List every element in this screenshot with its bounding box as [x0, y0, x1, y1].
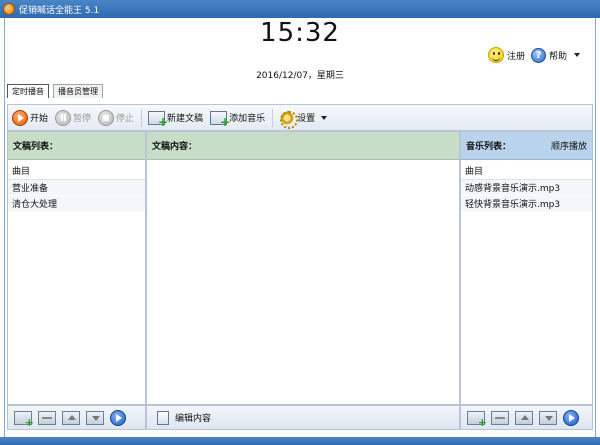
gear-icon — [279, 109, 299, 129]
add-music-button[interactable]: 添加音乐 — [210, 110, 266, 129]
tab-bar: 定时播音 播音员管理 — [7, 84, 107, 98]
status-bar — [0, 437, 600, 445]
clock-date: 2016/12/07，星期三 — [256, 71, 344, 81]
smile-icon — [487, 47, 504, 63]
stop-button[interactable]: 停止 — [98, 109, 135, 126]
move-down-icon[interactable] — [539, 410, 557, 425]
doc-content-header: 文稿内容： — [147, 132, 459, 160]
music-list-column-header[interactable]: 曲目 — [461, 160, 592, 180]
new-doc-label: 新建文稿 — [167, 114, 204, 124]
list-item[interactable]: 营业准备 — [8, 180, 145, 196]
tab-scheduled-broadcast[interactable]: 定时播音 — [7, 84, 49, 98]
play-doc-icon[interactable] — [110, 409, 126, 426]
move-up-icon[interactable] — [515, 410, 533, 425]
list-item[interactable]: 动感背景音乐演示.mp3 — [461, 180, 592, 196]
document-icon — [157, 410, 169, 425]
pause-button[interactable]: 暂停 — [55, 109, 92, 126]
move-up-icon[interactable] — [62, 410, 80, 425]
music-list-title: 音乐列表： — [466, 142, 512, 152]
music-list-actions — [460, 405, 593, 430]
pause-label: 暂停 — [73, 114, 92, 124]
new-doc-button[interactable]: 新建文稿 — [148, 110, 204, 129]
doc-list-panel: 文稿列表： 曲目 营业准备 清仓大处理 — [7, 131, 146, 405]
add-doc-icon[interactable] — [14, 410, 34, 429]
add-music-label: 添加音乐 — [229, 114, 266, 124]
doc-list-actions — [7, 405, 146, 430]
app-logo-icon — [3, 3, 15, 15]
title-bar: 促销喊话全能王 5.1 — [0, 0, 600, 18]
list-item[interactable]: 清仓大处理 — [8, 196, 145, 212]
toolbar-divider — [272, 108, 274, 127]
pause-icon — [55, 109, 72, 126]
move-down-icon[interactable] — [86, 410, 104, 425]
doc-list-header: 文稿列表： — [8, 132, 145, 160]
chevron-down-icon[interactable] — [321, 115, 328, 120]
edit-music-icon[interactable] — [491, 410, 509, 425]
add-music-icon — [210, 110, 230, 129]
doc-content-panel: 文稿内容： — [146, 131, 460, 405]
help-label: 帮助 — [548, 51, 567, 62]
stop-icon — [98, 109, 115, 126]
edit-content-button[interactable]: 编辑内容 — [175, 411, 211, 424]
doc-content-area[interactable] — [147, 160, 459, 404]
start-button[interactable]: 开始 — [12, 109, 49, 126]
new-doc-icon — [148, 110, 168, 129]
play-icon — [12, 109, 28, 126]
play-mode-toggle[interactable]: 顺序播放 — [551, 139, 587, 152]
doc-content-actions: 编辑内容 — [146, 405, 460, 430]
start-label: 开始 — [30, 114, 49, 124]
clock-time: 15:32 — [260, 18, 340, 48]
edit-doc-icon[interactable] — [38, 410, 56, 425]
toolbar-divider — [141, 108, 143, 127]
settings-label: 设置 — [297, 114, 316, 124]
window-title: 促销喊话全能王 5.1 — [19, 5, 100, 16]
register-label: 注册 — [506, 51, 525, 62]
add-music-icon[interactable] — [467, 410, 487, 429]
help-button[interactable]: ? 帮助 — [530, 47, 580, 63]
help-icon: ? — [530, 47, 546, 63]
chevron-down-icon[interactable] — [574, 53, 580, 57]
toolbar: 开始 暂停 停止 新建文稿 添加音乐 设置 — [7, 104, 593, 131]
music-list-panel: 音乐列表： 顺序播放 曲目 动感背景音乐演示.mp3 轻快背景音乐演示.mp3 — [460, 131, 593, 405]
play-music-icon[interactable] — [563, 409, 579, 426]
stop-label: 停止 — [116, 114, 135, 124]
tab-announcer-management[interactable]: 播音员管理 — [53, 84, 103, 98]
settings-button[interactable]: 设置 — [279, 109, 328, 129]
doc-content-title: 文稿内容： — [152, 142, 198, 152]
top-right-menu: 注册 ? 帮助 — [487, 47, 580, 63]
doc-list-title: 文稿列表： — [13, 142, 59, 152]
list-item[interactable]: 轻快背景音乐演示.mp3 — [461, 196, 592, 212]
register-button[interactable]: 注册 — [487, 47, 525, 63]
music-list-header: 音乐列表： 顺序播放 — [461, 132, 592, 160]
doc-list-column-header[interactable]: 曲目 — [8, 160, 145, 180]
